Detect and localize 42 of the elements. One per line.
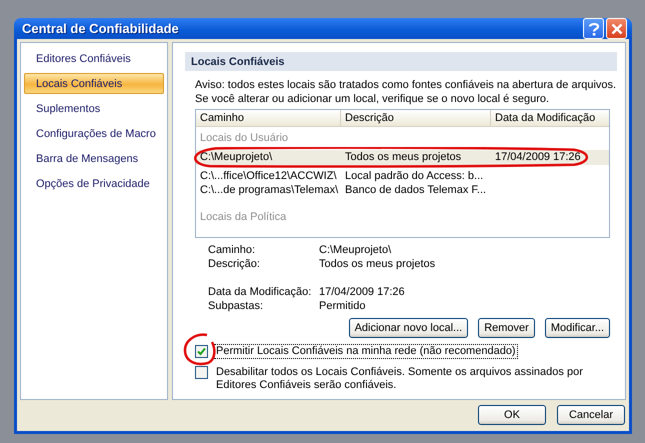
window-title: Central de Confiabilidade bbox=[22, 20, 180, 38]
column-header[interactable]: Data da Modificação bbox=[491, 110, 609, 126]
column-header[interactable]: Caminho bbox=[196, 110, 341, 126]
dialog-button[interactable]: OK bbox=[478, 405, 546, 425]
notice-text: Se você alterar ou adicionar um local, verifique se o novo local é seguro. bbox=[195, 92, 550, 106]
table-cell-text: C:\...ffice\Office12\ACCWIZ\ bbox=[199, 168, 338, 183]
sidebar-item[interactable]: Suplementos bbox=[24, 98, 164, 119]
close-icon[interactable] bbox=[606, 18, 627, 39]
detail-label: Caminho: bbox=[208, 243, 256, 257]
detail-label: Descrição: bbox=[208, 257, 261, 271]
checkbox-label: Desabilitar todos os Locais Confiáveis. Somente os arquivos assinados por Editores Confiáveis serão confiáveis. bbox=[215, 365, 584, 393]
sidebar-item[interactable]: Locais Confiáveis bbox=[24, 73, 164, 94]
selected-row[interactable]: C:\Meuprojeto\ Todos os meus projetos 17/04/2009 17:26 bbox=[196, 150, 609, 164]
checkbox-label: Permitir Locais Confiáveis na minha rede (não recomendado) bbox=[214, 344, 518, 359]
table-cell-text: C:\...de programas\Telemax\ bbox=[199, 183, 340, 198]
detail-value: C:\Meuprojeto\ bbox=[319, 243, 392, 257]
dialog-button[interactable]: Cancelar bbox=[557, 405, 625, 425]
table-cell-text: C:\Meuprojeto\ bbox=[199, 150, 274, 164]
detail-value: Permitido bbox=[319, 299, 366, 313]
group-label: Locais do Usuário bbox=[199, 131, 290, 146]
column-header[interactable]: Descrição bbox=[341, 110, 491, 126]
table-cell-text: 17/04/2009 17:26 bbox=[494, 150, 582, 164]
sidebar-item[interactable]: Editores Confiáveis bbox=[24, 48, 164, 69]
detail-value: Todos os meus projetos bbox=[319, 257, 436, 271]
table-cell-text: Banco de dados Telemax F... bbox=[344, 183, 488, 198]
detail-label: Data da Modificação: bbox=[208, 285, 312, 299]
table-cell-text: Local padrão do Access: b... bbox=[344, 168, 484, 183]
sidebar-item[interactable]: Configurações de Macro bbox=[24, 123, 164, 144]
action-button[interactable]: Modificar... bbox=[544, 318, 610, 338]
notice-text: Aviso: todos estes locais são tratados como fontes confiáveis na abertura de arquivos. bbox=[195, 79, 617, 92]
detail-value: 17/04/2009 17:26 bbox=[319, 285, 405, 299]
table-cell-text: Todos os meus projetos bbox=[344, 150, 462, 164]
sidebar-item[interactable]: Opções de Privacidade bbox=[24, 173, 164, 194]
checkbox[interactable] bbox=[195, 366, 208, 379]
action-button[interactable]: Remover bbox=[478, 318, 535, 338]
section-title: Locais Confiáveis bbox=[185, 52, 617, 71]
action-button[interactable]: Adicionar novo local... bbox=[348, 318, 468, 338]
help-icon[interactable] bbox=[583, 18, 604, 39]
group-label: Locais da Política bbox=[199, 210, 288, 224]
sidebar-item[interactable]: Barra de Mensagens bbox=[24, 148, 164, 169]
detail-label: Subpastas: bbox=[208, 299, 264, 313]
checkbox[interactable] bbox=[195, 345, 208, 358]
